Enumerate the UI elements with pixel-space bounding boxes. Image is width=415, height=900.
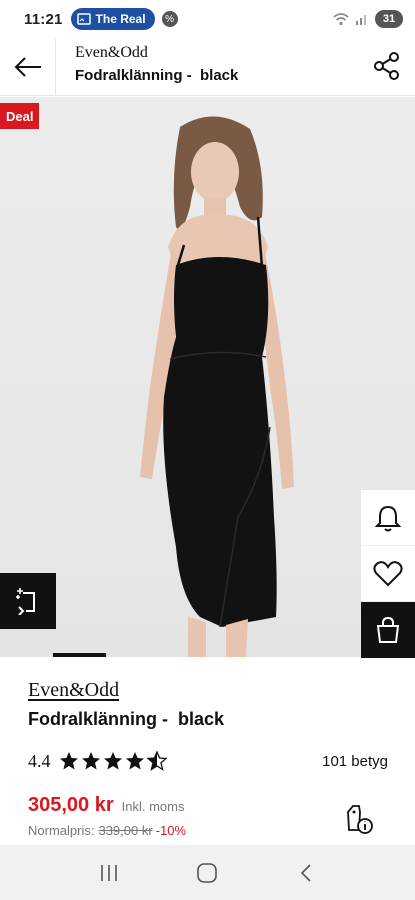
home-icon — [197, 862, 218, 883]
heart-icon — [373, 560, 403, 586]
notification-text: The Real — [95, 12, 146, 26]
notification-pill[interactable]: The Real — [70, 8, 155, 30]
bell-icon — [375, 505, 401, 531]
image-slide-indicator — [0, 653, 415, 657]
active-slide-bar — [53, 653, 106, 657]
star-full-icon — [125, 752, 144, 770]
rating-row[interactable]: 4.4 101 betyg — [28, 749, 388, 773]
header-title: Fodralklänning - black — [75, 67, 239, 84]
status-icons: 31 — [333, 10, 403, 28]
price-tag-info-icon — [347, 805, 373, 834]
product-info: Even&Odd Fodralklänning - black 4.4 101 … — [0, 657, 415, 844]
normal-price-row: Normalpris: 339,00 kr -10% — [28, 823, 186, 838]
battery-indicator: 31 — [375, 10, 403, 28]
status-bar: 11:21 The Real % 31 — [0, 0, 415, 38]
chevron-left-icon — [300, 863, 311, 882]
price-row: 305,00 kr Inkl. moms — [28, 794, 184, 817]
price-info-button[interactable] — [344, 803, 376, 835]
star-half-icon — [146, 751, 167, 771]
side-actions — [361, 490, 415, 658]
system-navbar — [0, 845, 415, 900]
recent-apps-button[interactable] — [89, 853, 129, 893]
discount-percent: -10% — [155, 823, 187, 838]
add-to-cart-button[interactable] — [361, 602, 415, 658]
product-image[interactable] — [0, 97, 415, 657]
share-icon — [374, 52, 399, 80]
star-full-icon — [59, 752, 78, 770]
product-header: Even&Odd Fodralklänning - black — [0, 38, 415, 96]
product-title: Fodralklänning - black — [28, 709, 225, 729]
normal-price: 339,00 kr — [98, 823, 153, 838]
normal-price-label: Normalpris: — [28, 823, 95, 838]
home-button[interactable] — [187, 853, 227, 893]
rating-stars — [59, 751, 167, 771]
compare-button[interactable] — [0, 573, 56, 629]
compare-icon — [16, 588, 35, 615]
percent-badge: % — [161, 11, 178, 27]
vat-label: Inkl. moms — [121, 799, 185, 814]
cast-icon — [76, 13, 91, 25]
reviews-count: 101 betyg — [322, 752, 388, 770]
current-price: 305,00 kr — [28, 794, 114, 816]
rating-value: 4.4 — [28, 750, 51, 771]
signal-icon — [356, 15, 366, 25]
recent-apps-icon — [101, 864, 117, 881]
share-button[interactable] — [371, 50, 403, 82]
brand-link[interactable]: Even&Odd — [28, 679, 119, 702]
system-back-button[interactable] — [286, 853, 326, 893]
star-full-icon — [81, 752, 100, 770]
favorite-button[interactable] — [361, 546, 415, 602]
back-button[interactable] — [0, 38, 56, 95]
shopping-bag-icon — [376, 616, 400, 643]
deal-badge: Deal — [0, 103, 40, 129]
header-brand: Even&Odd — [75, 44, 148, 61]
star-full-icon — [103, 752, 122, 770]
arrow-left-icon — [14, 56, 41, 77]
alert-button[interactable] — [361, 490, 415, 546]
product-photo — [140, 116, 294, 657]
status-time: 11:21 — [24, 10, 63, 28]
wifi-icon — [333, 13, 349, 26]
